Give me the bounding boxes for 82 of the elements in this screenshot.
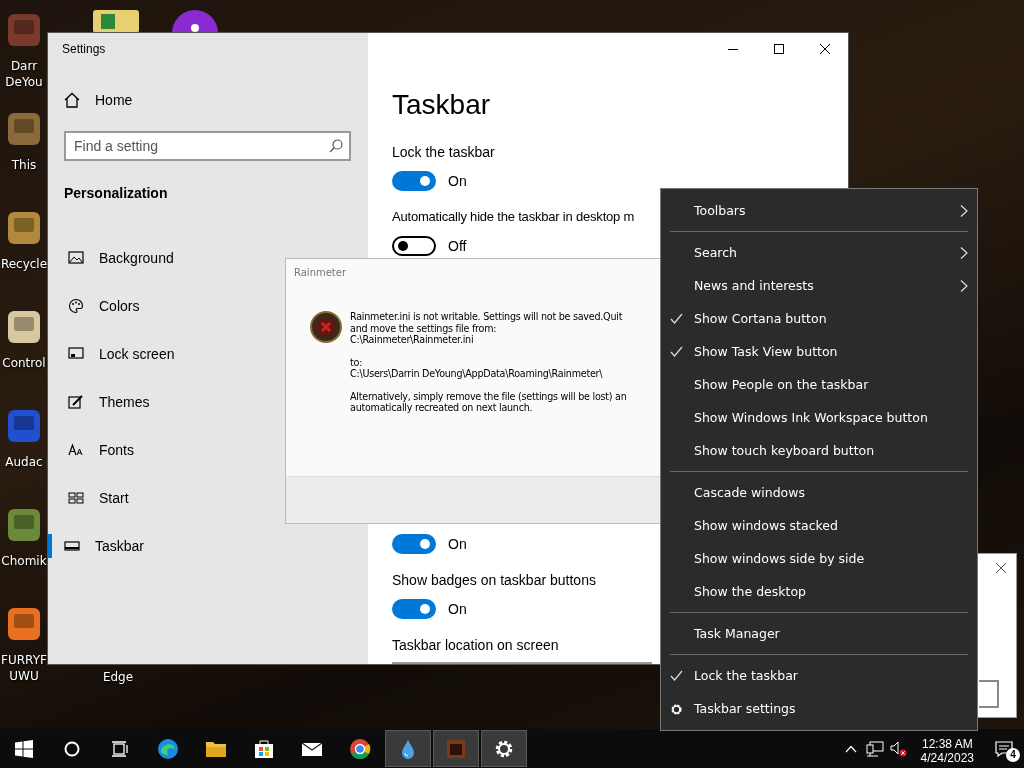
desktop-icon-label: Audac bbox=[4, 454, 44, 470]
menu-item[interactable]: Show Windows Ink Workspace button bbox=[661, 401, 977, 434]
maximize-icon bbox=[774, 44, 784, 54]
start-tiles-icon bbox=[68, 490, 84, 506]
error-icon bbox=[310, 311, 342, 343]
dialog-title: Rainmeter bbox=[294, 267, 348, 280]
nav-item[interactable]: Fonts bbox=[48, 438, 134, 462]
task-view-icon bbox=[111, 740, 129, 757]
section-heading: Personalization bbox=[64, 185, 169, 203]
desktop-icon-label: Darr DeYou bbox=[4, 58, 44, 90]
picture-icon bbox=[68, 250, 84, 266]
setting-label: Show badges on taskbar buttons bbox=[392, 571, 596, 590]
volume-muted-icon[interactable] bbox=[889, 740, 908, 757]
font-icon bbox=[68, 442, 84, 458]
brush-icon bbox=[68, 394, 84, 410]
menu-item[interactable]: Search bbox=[661, 236, 977, 269]
menu-item[interactable]: Show Cortana button bbox=[661, 302, 977, 335]
desktop-icon-label: This bbox=[10, 157, 38, 173]
menu-item[interactable]: Taskbar settings bbox=[661, 692, 977, 725]
message-text: Rainmeter.ini is not writable. Settings will not be saved.Quit bbox=[350, 311, 624, 323]
toggle-state: On bbox=[448, 536, 467, 552]
clock[interactable]: 12:38 AM 4/24/2023 bbox=[910, 729, 984, 768]
nav-item[interactable]: Background bbox=[48, 246, 174, 270]
home-link[interactable]: Home bbox=[95, 92, 133, 108]
desktop-icon-label: FURRYF UWU bbox=[0, 652, 48, 684]
taskbar-icon bbox=[64, 538, 80, 554]
edge-icon bbox=[156, 736, 180, 761]
message-text: and move the settings file from: bbox=[350, 322, 498, 334]
desktop-icon-label: Edge bbox=[101, 670, 135, 684]
menu-item[interactable]: Show touch keyboard button bbox=[661, 434, 977, 467]
podcast-icon bbox=[172, 10, 218, 33]
chevron-up-icon[interactable] bbox=[844, 744, 857, 753]
message-text: Alternatively, simply remove the file (settings will be lost) an bbox=[350, 390, 627, 402]
toggle-state: On bbox=[448, 173, 467, 189]
menu-item[interactable]: Show windows stacked bbox=[661, 509, 977, 542]
close-icon bbox=[819, 43, 831, 55]
menu-item[interactable]: Toolbars bbox=[661, 194, 977, 227]
toggle-switch[interactable] bbox=[392, 534, 436, 554]
monitor-icon bbox=[68, 346, 84, 362]
windows-logo-icon bbox=[15, 739, 33, 758]
menu-item[interactable]: Task Manager bbox=[661, 617, 977, 650]
gear-icon bbox=[670, 703, 683, 716]
chrome-icon bbox=[348, 736, 372, 761]
message-text: to: bbox=[350, 356, 364, 368]
toggle-switch[interactable] bbox=[392, 236, 436, 256]
nav-item[interactable]: Themes bbox=[48, 390, 150, 414]
page-title: Taskbar bbox=[392, 88, 492, 122]
setting-label: Taskbar location on screen bbox=[392, 636, 559, 655]
toggle-state: On bbox=[448, 601, 467, 617]
menu-item[interactable]: Show Task View button bbox=[661, 335, 977, 368]
setting-label: Automatically hide the taskbar in desktop m bbox=[392, 208, 635, 226]
setting-label: Lock the taskbar bbox=[392, 143, 495, 162]
message-text: C:\Users\Darrin DeYoung\AppData\Roaming\Rainmeter\ bbox=[350, 368, 604, 380]
message-text: automatically recreated on next launch. bbox=[350, 402, 534, 414]
desktop-icon-label: Recycle bbox=[0, 256, 48, 272]
desktop-app-icon bbox=[93, 10, 139, 33]
nav-item[interactable]: Taskbar bbox=[48, 534, 145, 558]
home-icon[interactable] bbox=[64, 92, 80, 108]
menu-item[interactable]: News and interests bbox=[661, 269, 977, 302]
window-title: Settings bbox=[62, 42, 107, 58]
toggle-state: Off bbox=[448, 238, 467, 254]
menu-item[interactable]: Show the desktop bbox=[661, 575, 977, 608]
desktop-icon-label: Chomik bbox=[0, 553, 48, 569]
nav-item[interactable]: Colors bbox=[48, 294, 140, 318]
network-icon[interactable] bbox=[865, 740, 884, 757]
menu-item[interactable]: Show windows side by side bbox=[661, 542, 977, 575]
search-icon bbox=[329, 139, 343, 153]
toggle-switch[interactable] bbox=[392, 599, 436, 619]
notifications-button[interactable]: 4 bbox=[984, 729, 1024, 768]
nav-item[interactable]: Start bbox=[48, 486, 129, 510]
search-field[interactable]: Find a setting bbox=[64, 131, 351, 161]
message-text: C:\Rainmeter\Rainmeter.ini bbox=[350, 334, 475, 346]
nav-item[interactable]: Lock screen bbox=[48, 342, 175, 366]
menu-item[interactable]: Lock the taskbar bbox=[661, 659, 977, 692]
circle-icon bbox=[64, 740, 80, 757]
toggle-switch[interactable] bbox=[392, 171, 436, 191]
desktop-icon-label: Control bbox=[1, 355, 47, 371]
menu-item[interactable]: Cascade windows bbox=[661, 476, 977, 509]
close-icon[interactable] bbox=[995, 562, 1007, 574]
taskbar-app-button[interactable] bbox=[481, 730, 527, 767]
palette-icon bbox=[68, 298, 84, 314]
menu-item[interactable]: Show People on the taskbar bbox=[661, 368, 977, 401]
